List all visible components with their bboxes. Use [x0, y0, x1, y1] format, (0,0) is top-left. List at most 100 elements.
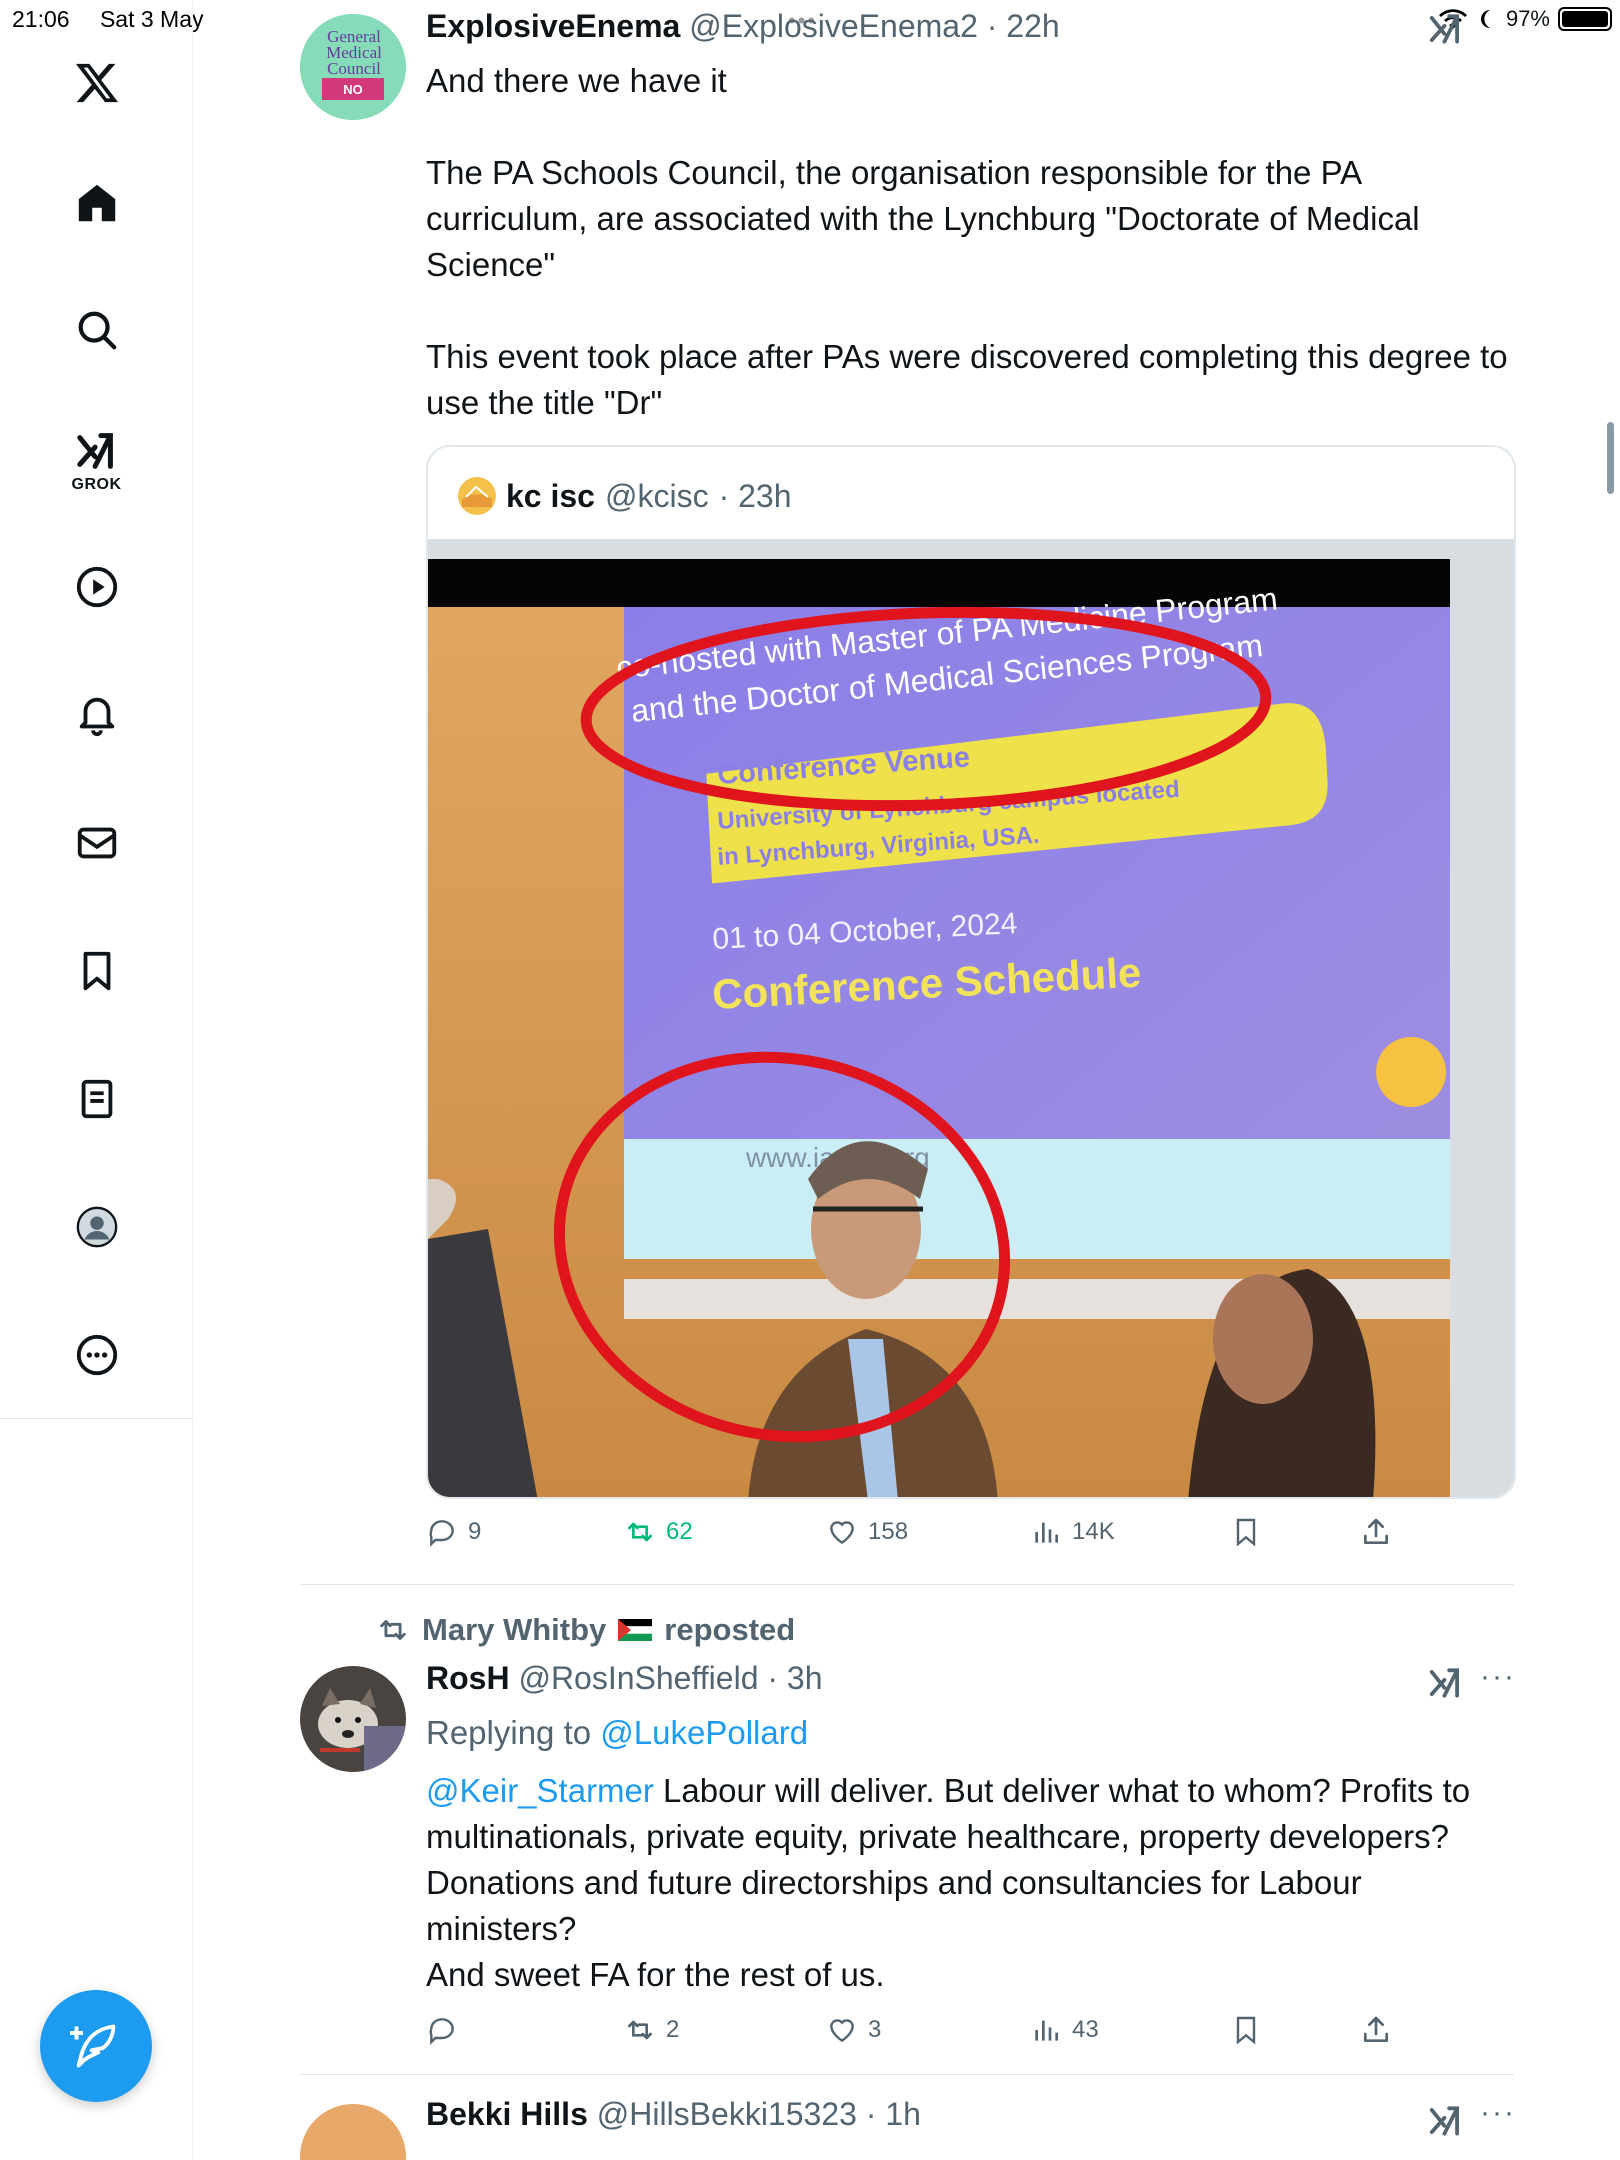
repost-button[interactable]: 62 [624, 1516, 693, 1548]
reply-icon [429, 2018, 454, 2045]
post-text: @Keir_Starmer Labour will deliver. But d… [426, 1768, 1516, 1998]
grok-nav-item[interactable]: GROK [0, 428, 193, 494]
quote-avatar[interactable] [458, 477, 496, 515]
bookmark-icon[interactable] [0, 948, 193, 994]
author-handle[interactable]: @RosInSheffield [518, 1660, 758, 1696]
share-button[interactable] [1360, 2014, 1392, 2046]
like-button[interactable]: 158 [826, 1516, 908, 1548]
more-options-icon[interactable]: ··· [1480, 1660, 1516, 1694]
repost-label: reposted [664, 1612, 796, 1647]
author-handle[interactable]: @HillsBekki15323 [597, 2096, 857, 2132]
like-count: 3 [868, 2016, 882, 2043]
battery-icon [1558, 7, 1612, 31]
bookmark-icon [1236, 1518, 1256, 1547]
post-time[interactable]: · 1h [866, 2096, 921, 2132]
avatar[interactable] [300, 1666, 406, 1772]
avatar-badge: NO [343, 82, 363, 97]
compose-feather-icon [70, 2024, 116, 2068]
post-header: ExplosiveEnema @ExplosiveEnema2 · 22h [426, 8, 1060, 45]
post-paragraph: This event took place after PAs were dis… [426, 338, 1508, 421]
quoted-post[interactable]: kc isc @kcisc · 23h co-hosted with Maste… [426, 445, 1516, 1499]
grok-icon[interactable] [1427, 2102, 1465, 2145]
share-icon [1364, 2016, 1388, 2042]
views-button[interactable]: 14K [1030, 1516, 1115, 1548]
repost-count: 2 [666, 2016, 680, 2043]
quote-time[interactable]: · 23h [719, 478, 792, 515]
repost-icon [380, 1620, 406, 1640]
post-paragraph: And there we have it [426, 62, 727, 99]
author-name[interactable]: Bekki Hills [426, 2096, 588, 2132]
grok-label: GROK [71, 476, 122, 493]
sidebar-divider [0, 1418, 193, 1419]
repost-icon [628, 2020, 652, 2040]
author-name[interactable]: ExplosiveEnema [426, 8, 680, 44]
grok-icon[interactable] [1427, 1664, 1465, 1707]
compose-button[interactable] [40, 1990, 152, 2102]
bookmark-icon [1236, 2016, 1256, 2045]
like-button[interactable]: 3 [826, 2014, 881, 2046]
more-options-icon[interactable]: ··· [1480, 2096, 1516, 2130]
home-icon[interactable] [0, 180, 193, 226]
heart-icon [830, 1521, 854, 1545]
quote-author-name[interactable]: kc isc [506, 478, 595, 515]
post-time[interactable]: · 22h [987, 8, 1060, 44]
sidebar: GROK [0, 0, 193, 2160]
replying-to: Replying to @LukePollard [426, 1710, 1516, 1756]
repost-button[interactable]: 2 [624, 2014, 679, 2046]
views-icon [1035, 2020, 1058, 2041]
grok-icon [76, 433, 113, 469]
gmc-logo-avatar: General Medical Council NO [300, 14, 406, 120]
bookmark-button[interactable] [1230, 2014, 1262, 2046]
x-logo-icon[interactable] [0, 60, 193, 106]
profile-icon[interactable] [0, 1204, 193, 1250]
mention-link[interactable]: @Keir_Starmer [426, 1772, 654, 1809]
post-text-last: And sweet FA for the rest of us. [426, 1956, 885, 1993]
like-count: 158 [868, 1518, 909, 1545]
heart-icon [830, 2019, 854, 2043]
reply-button[interactable]: 9 [426, 1516, 481, 1548]
views-icon [1035, 1522, 1058, 1543]
quote-photo[interactable]: co-hosted with Master of PA Medicine Pro… [428, 539, 1516, 1499]
bookmark-button[interactable] [1230, 1516, 1262, 1548]
reply-icon [429, 1520, 454, 1547]
author-handle[interactable]: @ExplosiveEnema2 [689, 8, 978, 44]
flag-icon [618, 1619, 653, 1641]
post-divider [300, 2074, 1514, 2075]
share-button[interactable] [1360, 1516, 1392, 1548]
reply-count: 9 [468, 1518, 482, 1545]
post-header: RosH @RosInSheffield · 3h [426, 1660, 823, 1697]
repost-count: 62 [666, 1518, 693, 1545]
post-header: Bekki Hills @HillsBekki15323 · 1h [426, 2096, 921, 2133]
avatar[interactable]: General Medical Council NO [300, 14, 406, 120]
replying-label: Replying to [426, 1714, 592, 1751]
article-icon[interactable] [0, 1076, 193, 1122]
share-icon [1364, 1518, 1388, 1544]
grok-icon[interactable] [1427, 10, 1465, 53]
moon-icon [1480, 10, 1490, 28]
repost-indicator[interactable]: Mary Whitby reposted [376, 1612, 795, 1648]
post-time[interactable]: · 3h [767, 1660, 822, 1696]
mail-icon[interactable] [0, 820, 193, 866]
views-count: 14K [1072, 1518, 1115, 1545]
more-circle-icon[interactable] [0, 1332, 193, 1378]
views-count: 43 [1072, 2016, 1099, 2043]
bell-icon[interactable] [0, 692, 193, 738]
avatar[interactable] [300, 2104, 406, 2160]
quote-header: kc isc @kcisc · 23h [458, 477, 792, 515]
quote-author-handle[interactable]: @kcisc [605, 478, 709, 515]
battery-percent: 97% [1505, 6, 1550, 31]
views-button[interactable]: 43 [1030, 2014, 1099, 2046]
reposter-name[interactable]: Mary Whitby [422, 1612, 606, 1648]
scrollbar[interactable] [1607, 422, 1614, 494]
play-icon[interactable] [0, 564, 193, 610]
post-divider [300, 1584, 1514, 1585]
author-name[interactable]: RosH [426, 1660, 510, 1696]
post-paragraph: The PA Schools Council, the organisation… [426, 154, 1420, 283]
search-icon[interactable] [0, 307, 193, 353]
replying-to-link[interactable]: @LukePollard [600, 1714, 808, 1751]
dog-avatar [300, 1666, 406, 1772]
repost-icon [628, 1522, 652, 1542]
avatar-line-3: Council [327, 59, 381, 78]
reply-button[interactable] [426, 2014, 468, 2046]
post-text: And there we have it The PA Schools Coun… [426, 58, 1516, 426]
